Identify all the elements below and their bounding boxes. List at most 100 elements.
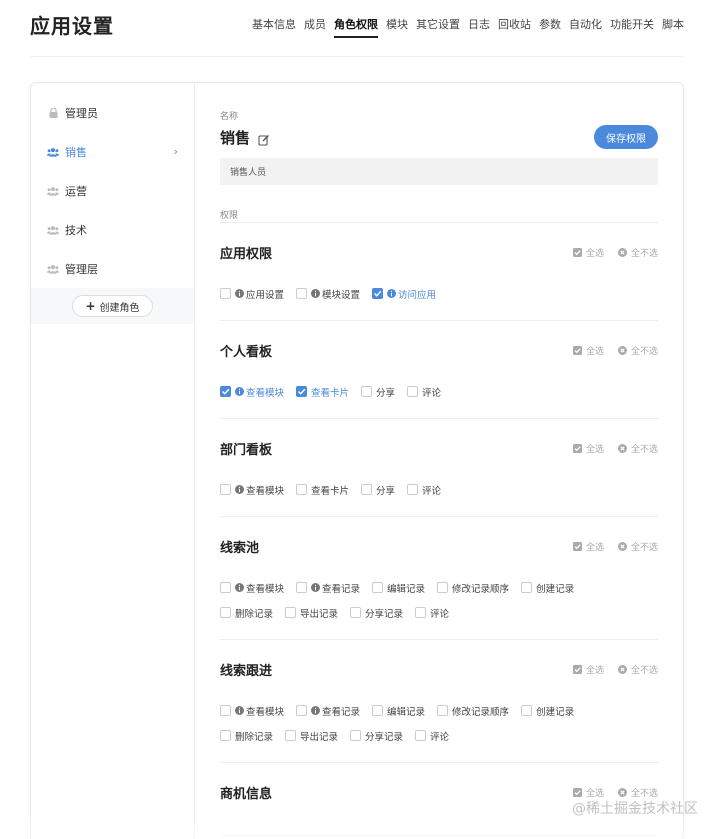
deselect-all-label: 全不选 (630, 444, 658, 455)
create-role-button[interactable]: + 创建角色 (72, 295, 153, 317)
role-description-input[interactable] (220, 158, 658, 185)
checkbox[interactable] (350, 730, 362, 741)
checkbox[interactable] (407, 386, 419, 397)
checkbox[interactable] (220, 288, 231, 299)
checkbox[interactable] (415, 607, 427, 618)
permission-checkbox[interactable]: 查看模块 (220, 581, 284, 595)
checkbox[interactable] (521, 705, 533, 716)
role-item[interactable]: 管理层 (31, 249, 194, 288)
checkbox[interactable] (296, 484, 308, 495)
tab-9[interactable]: 功能开关 (610, 16, 654, 38)
top-nav: 基本信息 成员 角色权限 模块 其它设置 日志 回收站 参数 自动化 功能开关 脚本 (252, 16, 684, 38)
permission-checkbox[interactable]: 删除记录 (220, 606, 273, 620)
times-circle-icon (617, 345, 627, 355)
checkbox[interactable] (296, 705, 308, 716)
checkbox[interactable] (372, 582, 384, 593)
select-all-button[interactable]: 全选 (572, 786, 604, 799)
select-all-button[interactable]: 全选 (572, 246, 604, 259)
checkbox-checked[interactable] (296, 386, 308, 397)
tab-6[interactable]: 回收站 (498, 16, 531, 38)
checkbox[interactable] (350, 607, 362, 618)
deselect-all-button[interactable]: 全不选 (617, 786, 658, 799)
checkbox-row: 查看模块 查看记录 编辑记录 修改记录顺序 创建记录 (220, 581, 658, 595)
permission-checkbox[interactable]: 查看卡片 (296, 483, 350, 497)
permission-label: 分享 (376, 485, 396, 497)
checkbox[interactable] (361, 386, 373, 397)
permission-checkbox[interactable]: 模块设置 (296, 287, 360, 301)
permission-checkbox[interactable]: 修改记录顺序 (437, 704, 509, 718)
role-item[interactable]: 技术 (31, 210, 194, 249)
select-all-button[interactable]: 全选 (572, 540, 604, 553)
role-item[interactable]: 销售 › (31, 132, 194, 171)
tab-7[interactable]: 参数 (539, 16, 561, 38)
save-permissions-button[interactable]: 保存权限 (594, 125, 658, 149)
select-all-button[interactable]: 全选 (572, 344, 604, 357)
checkbox[interactable] (285, 730, 297, 741)
checkbox[interactable] (296, 582, 308, 593)
permission-checkbox[interactable]: 查看卡片 (296, 385, 349, 399)
permission-checkbox[interactable]: 分享记录 (350, 606, 403, 620)
tab-3[interactable]: 模块 (386, 16, 408, 38)
deselect-all-button[interactable]: 全不选 (617, 246, 658, 259)
tab-8[interactable]: 自动化 (569, 16, 602, 38)
permission-checkbox[interactable]: 分享 (361, 385, 395, 399)
permission-checkbox[interactable]: 查看记录 (296, 704, 360, 718)
permission-checkbox[interactable]: 删除记录 (220, 729, 273, 743)
tab-1[interactable]: 成员 (304, 16, 326, 38)
checkbox-checked[interactable] (220, 386, 231, 397)
edit-icon[interactable] (258, 132, 270, 146)
role-item[interactable]: 运营 (31, 171, 194, 210)
checkbox[interactable] (220, 582, 231, 593)
permission-label: 查看卡片 (311, 485, 350, 497)
checkbox[interactable] (521, 582, 533, 593)
checkbox[interactable] (220, 730, 231, 741)
checkbox-checked[interactable] (372, 288, 384, 299)
permission-label: 评论 (430, 731, 450, 743)
tab-10[interactable]: 脚本 (662, 16, 684, 38)
permission-checkbox[interactable]: 评论 (415, 729, 450, 743)
permission-checkbox[interactable]: 编辑记录 (372, 704, 425, 718)
checkbox[interactable] (407, 484, 419, 495)
deselect-all-button[interactable]: 全不选 (617, 344, 658, 357)
permission-checkbox[interactable]: 查看模块 (220, 483, 284, 497)
role-item[interactable]: 管理员 (31, 93, 194, 132)
checkbox[interactable] (220, 484, 231, 495)
permission-checkbox[interactable]: 分享记录 (350, 729, 403, 743)
permission-checkbox[interactable]: 访问应用 (372, 287, 436, 301)
deselect-all-button[interactable]: 全不选 (617, 663, 658, 676)
tab-2[interactable]: 角色权限 (334, 16, 378, 38)
permission-checkbox[interactable]: 评论 (407, 483, 441, 497)
role-label: 运营 (65, 184, 87, 198)
deselect-all-button[interactable]: 全不选 (617, 540, 658, 553)
checkbox[interactable] (437, 705, 449, 716)
permission-checkbox[interactable]: 创建记录 (521, 581, 574, 595)
checkbox[interactable] (285, 607, 297, 618)
checkbox[interactable] (296, 288, 308, 299)
checkbox[interactable] (220, 607, 231, 618)
permission-checkbox[interactable]: 评论 (415, 606, 449, 620)
checkbox[interactable] (361, 484, 373, 495)
permission-checkbox[interactable]: 修改记录顺序 (437, 581, 509, 595)
permission-checkbox[interactable]: 应用设置 (220, 287, 284, 301)
checkbox[interactable] (372, 705, 384, 716)
permission-checkbox[interactable]: 查看模块 (220, 704, 284, 718)
permission-checkbox[interactable]: 查看记录 (296, 581, 360, 595)
tab-4[interactable]: 其它设置 (416, 16, 460, 38)
checkbox[interactable] (415, 730, 427, 741)
permission-checkbox[interactable]: 编辑记录 (372, 581, 425, 595)
check-square-icon (572, 787, 582, 797)
checkbox[interactable] (437, 582, 449, 593)
deselect-all-button[interactable]: 全不选 (617, 442, 658, 455)
permission-checkbox[interactable]: 查看模块 (220, 385, 284, 399)
tab-0[interactable]: 基本信息 (252, 16, 296, 38)
select-all-button[interactable]: 全选 (572, 663, 604, 676)
tab-5[interactable]: 日志 (468, 16, 490, 38)
checkbox[interactable] (220, 705, 231, 716)
permission-checkbox[interactable]: 评论 (407, 385, 441, 399)
permission-checkbox[interactable]: 创建记录 (521, 704, 574, 718)
permission-checkbox[interactable]: 分享 (361, 483, 396, 497)
select-all-button[interactable]: 全选 (572, 442, 604, 455)
permission-checkbox[interactable]: 导出记录 (285, 606, 338, 620)
permission-checkbox[interactable]: 导出记录 (285, 729, 338, 743)
permission-group: 个人看板 全选 全不选 查看模块 查看卡片 分享 评论 (220, 321, 658, 419)
